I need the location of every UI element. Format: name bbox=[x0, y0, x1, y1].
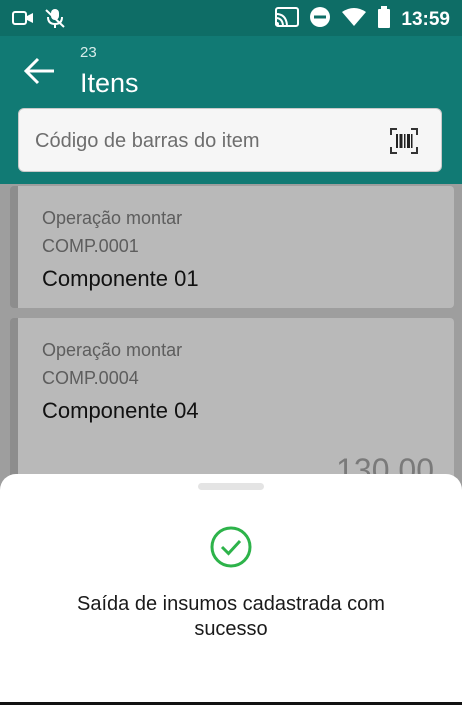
app-bar: 23 Itens bbox=[0, 36, 462, 184]
screen-record-icon bbox=[12, 9, 34, 32]
item-operation: Operação montar bbox=[42, 208, 183, 228]
barcode-search-box bbox=[18, 108, 442, 173]
cast-icon bbox=[275, 7, 300, 32]
page-title: Itens bbox=[80, 68, 139, 98]
sheet-drag-handle[interactable] bbox=[198, 483, 264, 490]
list-item[interactable]: Operação montar COMP.0001 Componente 01 bbox=[10, 186, 454, 308]
item-code: COMP.0001 bbox=[42, 236, 139, 256]
status-bar: 13:59 bbox=[0, 0, 462, 36]
item-name: Componente 01 bbox=[42, 266, 199, 291]
item-operation: Operação montar bbox=[42, 340, 183, 360]
status-time: 13:59 bbox=[401, 8, 450, 30]
success-bottom-sheet: Saída de insumos cadastrada com sucesso bbox=[0, 474, 462, 705]
app-bar-subtitle: 23 bbox=[80, 44, 97, 61]
battery-icon bbox=[377, 6, 391, 33]
check-circle-icon bbox=[210, 526, 252, 568]
wifi-icon bbox=[341, 7, 367, 32]
barcode-input[interactable] bbox=[33, 109, 377, 173]
mic-off-icon bbox=[44, 7, 66, 34]
item-code: COMP.0004 bbox=[42, 368, 139, 388]
back-arrow-icon[interactable] bbox=[22, 56, 58, 86]
list-item[interactable]: Operação montar COMP.0004 Componente 04 … bbox=[10, 318, 454, 498]
success-message: Saída de insumos cadastrada com sucesso bbox=[77, 593, 385, 640]
item-name: Componente 04 bbox=[42, 398, 199, 423]
barcode-scan-icon[interactable] bbox=[389, 127, 419, 155]
do-not-disturb-icon bbox=[309, 6, 331, 33]
